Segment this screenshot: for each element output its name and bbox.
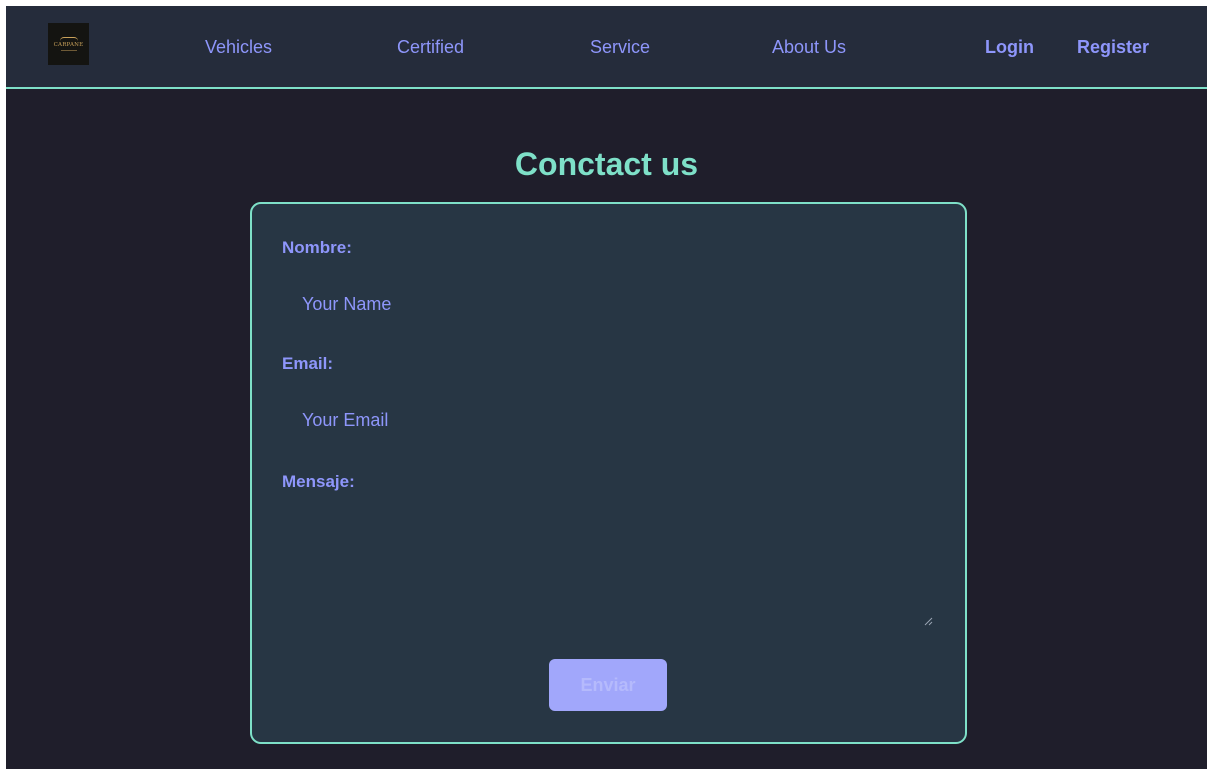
contact-form: Nombre: Email: Mensaje: Enviar	[250, 202, 967, 744]
resize-handle-icon[interactable]	[923, 616, 933, 626]
logo[interactable]: CARPANE	[48, 23, 89, 65]
page: CARPANE Vehicles Certified Service About…	[6, 6, 1207, 769]
message-textarea[interactable]	[282, 504, 936, 632]
logo-text: CARPANE	[53, 42, 84, 48]
nav-link-vehicles[interactable]: Vehicles	[205, 36, 272, 58]
login-link[interactable]: Login	[985, 36, 1034, 58]
email-label: Email:	[282, 354, 334, 373]
nav-link-about-us[interactable]: About Us	[772, 36, 846, 58]
message-label: Mensaje:	[282, 472, 355, 491]
logo-underline	[60, 50, 77, 51]
email-input[interactable]	[282, 402, 932, 438]
navbar: CARPANE Vehicles Certified Service About…	[6, 6, 1207, 89]
car-logo-icon	[59, 37, 78, 41]
submit-button[interactable]: Enviar	[549, 659, 667, 711]
name-input[interactable]	[282, 286, 932, 322]
register-link[interactable]: Register	[1077, 36, 1149, 58]
nav-link-service[interactable]: Service	[590, 36, 650, 58]
nav-link-certified[interactable]: Certified	[397, 36, 464, 58]
page-title: Conctact us	[514, 146, 699, 182]
name-label: Nombre:	[282, 238, 352, 257]
